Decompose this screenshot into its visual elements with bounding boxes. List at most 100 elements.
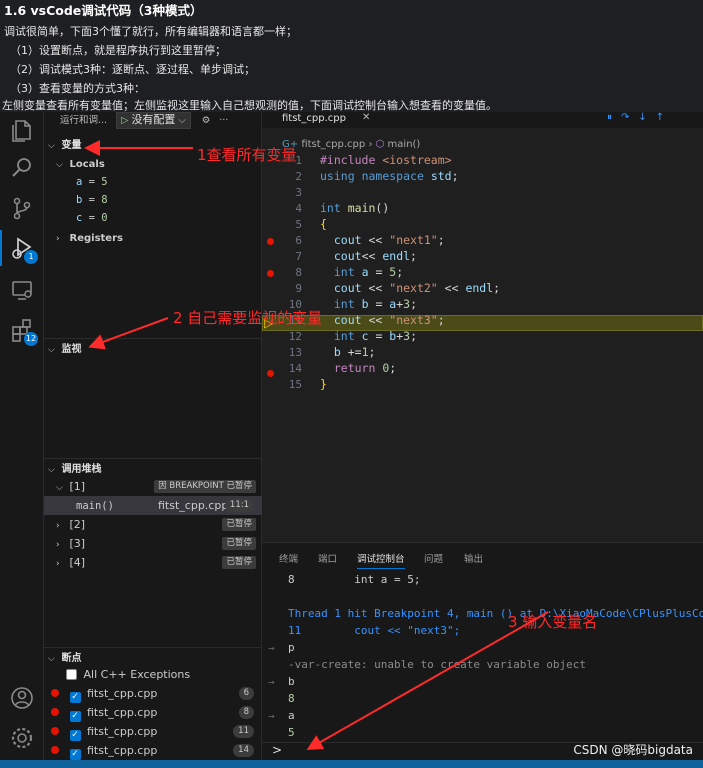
line-number: 8 <box>295 266 302 279</box>
code-line[interactable]: cout<< endl; <box>320 249 417 263</box>
code-editor: fitst_cpp.cpp ✕ ⏸↷↓↑ G+ fitst_cpp.cpp › … <box>262 112 703 542</box>
tab-problems[interactable]: 问题 <box>424 551 443 565</box>
chevron-right-icon: › <box>56 234 60 244</box>
line-number: 3 <box>295 186 302 199</box>
code-line[interactable]: int a = 5; <box>320 265 403 279</box>
breakpoint-row[interactable]: ✓ fitst_cpp.cpp 6 <box>44 684 262 703</box>
watch-section-header[interactable]: ⌵ 监视 <box>44 338 262 357</box>
thread-row[interactable]: › [4] 已暂停 <box>44 553 262 572</box>
input-arrow-icon: → <box>268 644 275 653</box>
tab-output[interactable]: 输出 <box>464 551 483 565</box>
line-number: 4 <box>295 202 302 215</box>
checkbox[interactable]: ✓ <box>69 692 81 703</box>
tab-debug-console[interactable]: 调试控制台 <box>357 551 405 569</box>
editor-tab-bar: fitst_cpp.cpp ✕ ⏸↷↓↑ <box>262 112 703 128</box>
editor-tab[interactable]: fitst_cpp.cpp <box>282 113 346 124</box>
settings-gear-icon[interactable] <box>8 724 36 752</box>
code-line[interactable]: b +=1; <box>320 345 376 359</box>
thread-row[interactable]: › [2] 已暂停 <box>44 515 262 534</box>
chevron-down-icon: ⌵ <box>178 115 186 126</box>
code-line[interactable]: { <box>320 217 327 231</box>
line-number: 14 <box>288 362 302 375</box>
article-line-2: （1）设置断点，就是程序执行到这里暂停； <box>10 44 226 57</box>
variable-row[interactable]: b = 8 <box>44 191 262 210</box>
input-arrow-icon: → <box>268 678 275 687</box>
line-number: 7 <box>295 250 302 263</box>
more-actions-icon[interactable]: ··· <box>219 115 228 126</box>
code-line[interactable]: #include <iostream> <box>320 153 452 167</box>
input-arrow-icon: → <box>268 712 275 721</box>
checkbox[interactable]: ✓ <box>69 749 81 760</box>
article-line-5: 左侧变量查看所有变量值；左侧监视这里输入自己想观测的值，下面调试控制台输入想查看… <box>2 99 497 112</box>
debug-step-controls[interactable]: ⏸↷↓↑ <box>607 112 673 123</box>
account-icon[interactable] <box>8 684 36 712</box>
variable-row[interactable]: c = 0 <box>44 209 262 228</box>
console-line: 11 cout << "next3"; <box>288 624 461 637</box>
variable-row[interactable]: a = 5 <box>44 173 262 192</box>
code-line[interactable]: cout << "next1"; <box>320 233 445 247</box>
article-line-1: 调试很简单，下面3个懂了就行，所有编辑器和语言都一样； <box>4 25 297 38</box>
registers-scope[interactable]: › Registers <box>44 228 262 247</box>
remote-explorer-icon[interactable] <box>8 276 36 304</box>
run-debug-label: 运行和调... <box>60 115 108 126</box>
debug-badge: 1 <box>24 250 38 264</box>
line-number: 15 <box>288 378 302 391</box>
line-number: 2 <box>295 170 302 183</box>
breakpoint-row[interactable]: ✓ fitst_cpp.cpp 11 <box>44 722 262 741</box>
chevron-down-icon: ⌵ <box>48 345 55 355</box>
callstack-section-header[interactable]: ⌵ 调用堆栈 <box>44 458 262 477</box>
start-debug-icon[interactable]: ▷ <box>121 115 128 126</box>
code-line[interactable]: using namespace std; <box>320 169 459 183</box>
active-indicator <box>0 230 2 266</box>
source-control-icon[interactable] <box>8 194 36 222</box>
explorer-icon[interactable] <box>8 116 36 144</box>
console-line: -var-create: unable to create variable o… <box>288 658 587 671</box>
variables-title: 变量 <box>61 140 82 151</box>
breakpoint-dot-icon <box>51 727 59 735</box>
breakpoint-row[interactable]: ✓ fitst_cpp.cpp 8 <box>44 703 262 722</box>
breakpoints-section-header[interactable]: ⌵ 断点 <box>44 647 262 666</box>
code-line[interactable]: } <box>320 377 327 391</box>
console-line: a <box>288 709 295 722</box>
launch-config-select[interactable]: ▷ 没有配置 ⌵ <box>116 112 191 129</box>
line-number: 6 <box>295 234 302 247</box>
settings-icon[interactable]: ⚙ <box>202 115 211 126</box>
stack-frame-row[interactable]: main() fitst_cpp.cpp 11:1 <box>44 496 262 515</box>
code-line[interactable]: cout << "next3"; <box>320 313 445 327</box>
console-line: 8 <box>288 692 295 705</box>
annotation-2: 2 自己需要监视的变量 <box>173 309 323 327</box>
close-icon[interactable]: ✕ <box>362 112 370 123</box>
code-line[interactable]: int main() <box>320 201 389 215</box>
article-header: 1.6 vsCode调试代码（3种模式） 调试很简单，下面3个懂了就行，所有编辑… <box>0 0 703 112</box>
checkbox[interactable]: ✓ <box>69 711 81 722</box>
method-icon: ⬡ <box>375 139 385 150</box>
console-line: 5 <box>288 726 295 739</box>
tab-terminal[interactable]: 终端 <box>279 551 298 565</box>
code-line[interactable]: int c = b+3; <box>320 329 417 343</box>
checkbox[interactable] <box>66 669 77 680</box>
bottom-panel: 终端 端口 调试控制台 问题 输出 8 int a = 5; Thread 1 … <box>262 542 703 760</box>
article-line-3: （2）调试模式3种：逐断点、逐过程、单步调试； <box>10 63 255 76</box>
code-line[interactable]: cout << "next2" << endl; <box>320 281 500 295</box>
prompt-chevron-icon: > <box>272 743 283 757</box>
code-line[interactable]: int b = a+3; <box>320 297 417 311</box>
breakpoint-row[interactable]: ✓ fitst_cpp.cpp 14 <box>44 741 262 760</box>
breakpoint-dot-icon <box>51 708 59 716</box>
exception-breakpoint-row[interactable]: All C++ Exceptions <box>44 665 262 684</box>
checkbox[interactable]: ✓ <box>69 730 81 741</box>
annotation-1: 1查看所有变量 <box>197 146 297 164</box>
breakpoint-dot-icon <box>51 746 59 754</box>
code-line[interactable]: return 0; <box>320 361 396 375</box>
thread-row[interactable]: › [3] 已暂停 <box>44 534 262 553</box>
search-icon[interactable] <box>8 154 36 182</box>
callstack-title: 调用堆栈 <box>61 464 102 475</box>
thread-row[interactable]: ⌵ [1] 因 BREAKPOINT 已暂停 <box>44 477 262 496</box>
chevron-right-icon: › <box>56 559 60 569</box>
console-line: Thread 1 hit Breakpoint 4, main () at D:… <box>288 607 703 620</box>
article-title: 1.6 vsCode调试代码（3种模式） <box>4 3 203 18</box>
watermark: CSDN @晓码bigdata <box>573 743 693 757</box>
breakpoints-title: 断点 <box>61 653 82 664</box>
registers-label: Registers <box>69 233 123 244</box>
console-line: p <box>288 641 295 654</box>
tab-ports[interactable]: 端口 <box>318 551 337 565</box>
